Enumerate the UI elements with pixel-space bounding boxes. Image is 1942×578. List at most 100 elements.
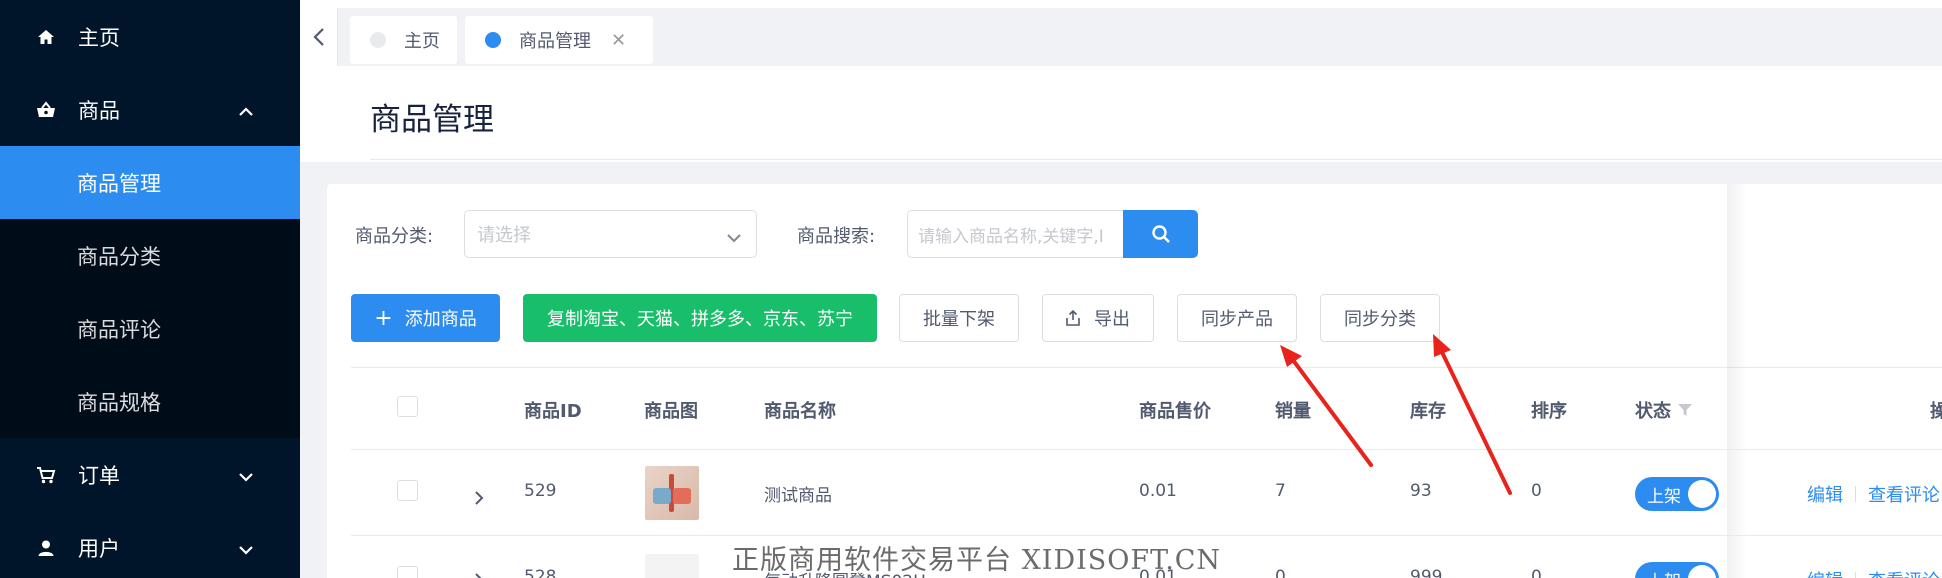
chevron-left-icon xyxy=(312,28,324,46)
sidebar-item-label: 用户 xyxy=(78,536,120,561)
sidebar-item-home[interactable]: 主页 xyxy=(0,0,300,73)
product-sales: 0 xyxy=(1275,567,1286,578)
content-card: 商品分类: 请选择 商品搜索: 请输入商品名称,关键字,I + 添加商品 复制淘… xyxy=(327,184,1942,578)
product-stock: 999 xyxy=(1410,567,1443,578)
cart-icon xyxy=(36,466,56,484)
toggle-knob xyxy=(1688,480,1716,508)
tab-status-dot xyxy=(370,32,386,48)
toggle-label: 上架 xyxy=(1647,567,1681,578)
filter-icon[interactable] xyxy=(1677,402,1693,421)
sidebar-item-label: 商品评论 xyxy=(77,317,161,342)
column-header-stock[interactable]: 库存 xyxy=(1410,397,1446,423)
sidebar-item-user[interactable]: 用户 xyxy=(0,511,300,578)
button-label: 同步产品 xyxy=(1201,309,1273,330)
toggle-knob xyxy=(1688,565,1716,578)
sidebar-item-product[interactable]: 商品 xyxy=(0,73,300,146)
column-header-image: 商品图 xyxy=(644,401,698,422)
toggle-label: 上架 xyxy=(1647,486,1681,507)
page-title: 商品管理 xyxy=(370,102,494,138)
chevron-down-icon xyxy=(238,463,254,487)
sidebar-item-label: 商品分类 xyxy=(77,244,161,269)
category-filter-label: 商品分类: xyxy=(355,226,434,247)
sync-products-button[interactable]: 同步产品 xyxy=(1177,294,1297,342)
sidebar: 主页 商品 商品管理 商品分类 商品评论 商品规格 订单 用户 xyxy=(0,0,300,578)
search-button[interactable] xyxy=(1123,210,1198,258)
tab-status-dot xyxy=(485,32,501,48)
edit-link[interactable]: 编辑 xyxy=(1807,481,1843,507)
product-name: 测试商品 xyxy=(764,486,832,506)
product-sort: 0 xyxy=(1531,481,1542,501)
add-product-button[interactable]: + 添加商品 xyxy=(351,294,500,342)
fixed-column-shadow xyxy=(1727,184,1747,578)
product-submenu: 商品管理 商品分类 商品评论 商品规格 xyxy=(0,146,300,438)
select-all-checkbox[interactable] xyxy=(397,396,418,417)
row-checkbox[interactable] xyxy=(397,480,418,501)
sidebar-item-label: 订单 xyxy=(78,463,120,488)
tab-bar: 主页 商品管理 ✕ xyxy=(300,0,1942,66)
tab-label: 主页 xyxy=(404,31,440,52)
divider xyxy=(1855,572,1856,578)
category-select-placeholder: 请选择 xyxy=(477,225,531,246)
sidebar-item-product-review[interactable]: 商品评论 xyxy=(0,292,300,365)
home-icon xyxy=(36,29,56,45)
product-id: 529 xyxy=(524,481,557,501)
edit-link[interactable]: 编辑 xyxy=(1807,567,1843,578)
export-icon xyxy=(1066,310,1080,326)
sync-categories-button[interactable]: 同步分类 xyxy=(1320,294,1440,342)
tab-scroll-left-button[interactable] xyxy=(300,8,338,66)
product-stock: 93 xyxy=(1410,481,1432,501)
divider xyxy=(370,159,1942,160)
column-header-name: 商品名称 xyxy=(764,401,836,422)
search-icon xyxy=(1151,225,1170,243)
user-icon xyxy=(36,539,56,557)
button-label: 批量下架 xyxy=(923,309,995,330)
divider xyxy=(351,367,1942,368)
sidebar-item-product-category[interactable]: 商品分类 xyxy=(0,219,300,292)
sidebar-item-product-management[interactable]: 商品管理 xyxy=(0,146,300,219)
column-header-sort[interactable]: 排序 xyxy=(1531,397,1567,423)
export-button[interactable]: 导出 xyxy=(1042,294,1154,342)
search-placeholder: 请输入商品名称,关键字,I xyxy=(918,226,1104,247)
button-label: 导出 xyxy=(1094,309,1130,330)
button-label: 同步分类 xyxy=(1344,309,1416,330)
button-label: 添加商品 xyxy=(404,309,477,330)
search-input[interactable]: 请输入商品名称,关键字,I xyxy=(907,210,1123,258)
basket-icon xyxy=(36,100,56,119)
product-price: 0.01 xyxy=(1139,481,1177,501)
plus-icon: + xyxy=(374,305,393,331)
batch-off-shelf-button[interactable]: 批量下架 xyxy=(899,294,1019,342)
chevron-right-icon[interactable] xyxy=(474,572,484,578)
row-checkbox[interactable] xyxy=(397,566,418,578)
search-label: 商品搜索: xyxy=(797,226,876,247)
sidebar-item-label: 商品管理 xyxy=(77,171,161,196)
divider xyxy=(1855,486,1856,502)
column-header-price[interactable]: 商品售价 xyxy=(1139,397,1211,423)
product-thumbnail[interactable] xyxy=(645,554,699,578)
product-id: 528 xyxy=(524,567,557,578)
copy-products-button[interactable]: 复制淘宝、天猫、拼多多、京东、苏宁 xyxy=(523,294,877,342)
view-reviews-link[interactable]: 查看评论 xyxy=(1868,481,1940,507)
column-header-actions: 操作 xyxy=(1930,401,1942,422)
sidebar-item-label: 商品 xyxy=(78,98,120,123)
category-select[interactable]: 请选择 xyxy=(464,210,757,258)
sidebar-item-order[interactable]: 订单 xyxy=(0,438,300,511)
view-reviews-link[interactable]: 查看评论 xyxy=(1868,567,1940,578)
tab-home[interactable]: 主页 xyxy=(350,16,457,64)
column-header-status: 状态 xyxy=(1635,401,1671,422)
button-label: 复制淘宝、天猫、拼多多、京东、苏宁 xyxy=(547,309,853,330)
status-toggle[interactable]: 上架 xyxy=(1635,477,1719,511)
close-icon[interactable]: ✕ xyxy=(611,30,626,51)
tab-label: 商品管理 xyxy=(519,31,591,52)
column-header-sales[interactable]: 销量 xyxy=(1275,397,1311,423)
sidebar-item-product-spec[interactable]: 商品规格 xyxy=(0,365,300,438)
sidebar-item-label: 商品规格 xyxy=(77,390,161,415)
status-toggle[interactable]: 上架 xyxy=(1635,562,1719,578)
sidebar-item-label: 主页 xyxy=(78,25,120,50)
main-area: 主页 商品管理 ✕ 商品管理 商品分类: 请选择 商品搜索: 请输入商品名称,关… xyxy=(300,0,1942,578)
divider xyxy=(351,449,1942,450)
chevron-up-icon xyxy=(238,98,254,122)
chevron-right-icon[interactable] xyxy=(474,490,484,510)
tab-product-management[interactable]: 商品管理 ✕ xyxy=(465,16,653,64)
column-header-id[interactable]: 商品ID xyxy=(524,397,582,423)
product-thumbnail[interactable] xyxy=(645,466,699,520)
